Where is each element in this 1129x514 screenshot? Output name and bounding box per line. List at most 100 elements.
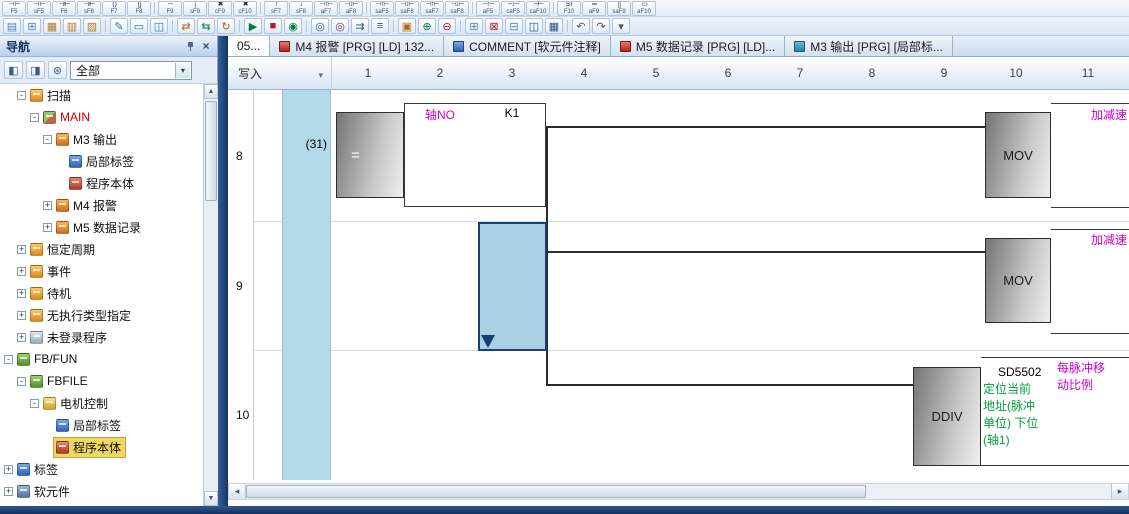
falling-pulse-contact-button[interactable]: ⊣↓⊢aF8 — [339, 1, 363, 16]
tree-item-17[interactable]: 程序本体 — [0, 436, 203, 458]
module-configuration-icon[interactable]: ⊞ — [23, 18, 41, 34]
tree-item-10[interactable]: +待机 — [0, 282, 203, 304]
tab-4[interactable]: M5 数据记录 [PRG] [LD]... — [611, 36, 785, 56]
tree-item-8[interactable]: +恒定周期 — [0, 238, 203, 260]
tab-2[interactable]: M4 报警 [PRG] [LD] 132... — [270, 36, 444, 56]
statement-edit-icon[interactable]: ▭ — [130, 18, 148, 34]
tree-expander[interactable]: - — [30, 399, 39, 408]
parallel-closed-contact-button[interactable]: ⊣/⊢sF6 — [77, 1, 101, 16]
tree-expander[interactable]: + — [17, 267, 26, 276]
coil-button[interactable]: ( )F7 — [102, 1, 126, 16]
tree-expander[interactable]: - — [43, 135, 52, 144]
mov-instruction-block-9[interactable]: MOV — [985, 238, 1051, 323]
rising-pulse-contact-button[interactable]: ⊣↑⊢aF7 — [314, 1, 338, 16]
tree-expander[interactable]: + — [43, 201, 52, 210]
comment-display-icon[interactable]: ▦ — [43, 18, 61, 34]
tree-item-12[interactable]: +未登录程序 — [0, 326, 203, 348]
tree-item-13[interactable]: -FB/FUN — [0, 348, 203, 370]
display-setting-icon[interactable]: ◨ — [26, 61, 45, 79]
edit-vertical-line-button[interactable]: ║saF9 — [607, 1, 631, 16]
note-edit-icon[interactable]: ◫ — [150, 18, 168, 34]
tree-item-11[interactable]: +无执行类型指定 — [0, 304, 203, 326]
tree-expander[interactable]: - — [17, 377, 26, 386]
tree-item-3[interactable]: -M3 输出 — [0, 128, 203, 150]
monitor-write-mode-icon[interactable]: ◉ — [284, 18, 302, 34]
tree-expander[interactable]: + — [17, 245, 26, 254]
horizontal-scrollbar[interactable] — [228, 483, 1129, 500]
tree-expander[interactable]: + — [17, 333, 26, 342]
insert-row-icon[interactable]: ⊞ — [465, 18, 483, 34]
tab-3[interactable]: COMMENT [软元件注释] — [444, 36, 611, 56]
scroll-left-icon[interactable] — [229, 484, 246, 499]
tree-item-14[interactable]: -FBFILE — [0, 370, 203, 392]
find-replace-icon[interactable]: ◎ — [331, 18, 349, 34]
close-icon[interactable] — [198, 39, 214, 54]
tree-expander[interactable]: + — [17, 289, 26, 298]
tree-item-6[interactable]: +M4 报警 — [0, 194, 203, 216]
delete-row-icon[interactable]: ⊠ — [485, 18, 503, 34]
scroll-up-icon[interactable] — [204, 84, 218, 99]
online-program-change-icon[interactable]: ⇆ — [197, 18, 215, 34]
forced-on-icon[interactable]: ⊕ — [418, 18, 436, 34]
cross-reference-icon[interactable]: ⇉ — [351, 18, 369, 34]
tree-expander[interactable]: - — [17, 91, 26, 100]
convert-icon[interactable]: ⇄ — [177, 18, 195, 34]
tree-item-16[interactable]: 局部标签 — [0, 414, 203, 436]
vertical-line-button[interactable]: │sF9 — [183, 1, 207, 16]
parallel-rising-pulse-button[interactable]: ⊣↑⊢saF5 — [370, 1, 394, 16]
tree-expander[interactable]: + — [43, 223, 52, 232]
compare-instruction-block[interactable]: = — [336, 112, 404, 198]
scroll-right-icon[interactable] — [1111, 484, 1128, 499]
rising-pulse-close-button[interactable]: ⊣↑⊢saF7 — [420, 1, 444, 16]
delete-horizontal-line-button[interactable]: ✖cF9 — [208, 1, 232, 16]
navigation-filter-select[interactable]: 全部 — [70, 61, 192, 80]
pin-icon[interactable] — [182, 39, 198, 54]
tree-expander[interactable]: - — [30, 113, 39, 122]
rectangle-select-button[interactable]: ▭aF10 — [632, 1, 656, 16]
closed-contact-button[interactable]: ⊣/⊢F6 — [52, 1, 76, 16]
toolbar-options-icon[interactable]: ▾ — [612, 18, 630, 34]
delete-vertical-line-button[interactable]: ✖cF10 — [233, 1, 257, 16]
parallel-falling-pulse-button[interactable]: ⊣↓⊢saF6 — [395, 1, 419, 16]
pulse-conversion-button[interactable]: ─↑─aF5 — [476, 1, 500, 16]
falling-pulse-button[interactable]: ↓sF8 — [289, 1, 313, 16]
tree-item-15[interactable]: -电机控制 — [0, 392, 203, 414]
entry-mode-select[interactable]: 写入 — [228, 57, 332, 90]
edit-line-button[interactable]: ═aF9 — [582, 1, 606, 16]
scroll-down-icon[interactable] — [204, 491, 218, 506]
device-usage-list-icon[interactable]: ≡ — [371, 18, 389, 34]
tree-item-19[interactable]: +软元件 — [0, 480, 203, 502]
paste-icon[interactable]: ▦ — [545, 18, 563, 34]
note-display-icon[interactable]: ▨ — [83, 18, 101, 34]
rebuild-all-icon[interactable]: ↻ — [217, 18, 235, 34]
tree-item-7[interactable]: +M5 数据记录 — [0, 216, 203, 238]
tree-item-18[interactable]: +标签 — [0, 458, 203, 480]
falling-pulse-close-button[interactable]: ⊣↓⊢saF8 — [445, 1, 469, 16]
inline-st-box-button[interactable]: STF10 — [557, 1, 581, 16]
settings-gear-icon[interactable]: ⊛ — [48, 61, 67, 79]
tree-display-icon[interactable]: ◧ — [4, 61, 23, 79]
tree-item-5[interactable]: 程序本体 — [0, 172, 203, 194]
tree-expander[interactable]: + — [17, 311, 26, 320]
navigation-scrollbar[interactable] — [203, 84, 218, 506]
undo-icon[interactable]: ↶ — [572, 18, 590, 34]
project-view-icon[interactable]: ▤ — [3, 18, 21, 34]
forced-off-icon[interactable]: ⊖ — [438, 18, 456, 34]
pulse-conversion-close-button[interactable]: ─↓─caF5 — [501, 1, 525, 16]
device-test-icon[interactable]: ▣ — [398, 18, 416, 34]
find-icon[interactable]: ◎ — [311, 18, 329, 34]
tree-item-4[interactable]: 局部标签 — [0, 150, 203, 172]
ladder-grid[interactable]: 8 9 10 (31) = 轴NO K1 MOV 加减速 MOV — [228, 90, 1129, 480]
tree-item-9[interactable]: +事件 — [0, 260, 203, 282]
tab-1[interactable]: 05... — [228, 36, 270, 56]
tree-item-1[interactable]: -扫描 — [0, 84, 203, 106]
application-instruction-button[interactable]: [ ]F8 — [127, 1, 151, 16]
ladder-block-list-icon[interactable]: ⊟ — [505, 18, 523, 34]
monitor-stop-icon[interactable]: ■ — [264, 18, 282, 34]
parallel-open-contact-button[interactable]: ⊣ ⊢sF5 — [27, 1, 51, 16]
invert-operation-result-button[interactable]: ─/─caF10 — [526, 1, 550, 16]
statement-display-icon[interactable]: ▥ — [63, 18, 81, 34]
tree-expander[interactable]: + — [4, 465, 13, 474]
rising-pulse-button[interactable]: ↑sF7 — [264, 1, 288, 16]
chevron-down-icon[interactable] — [175, 63, 190, 78]
